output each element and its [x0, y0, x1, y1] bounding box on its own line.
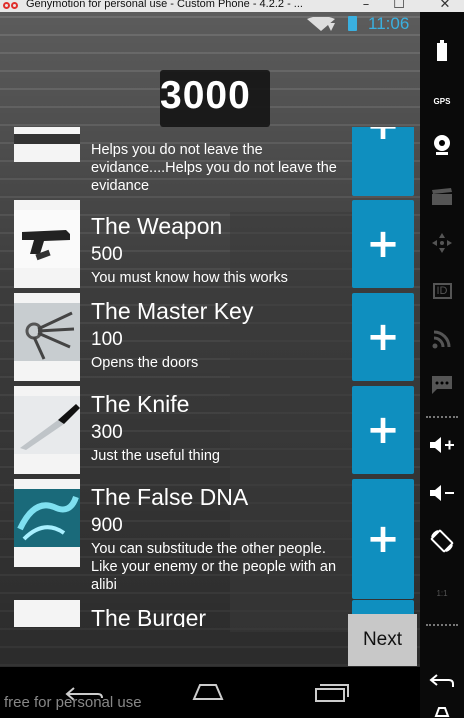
item-description: Helps you do not leave the evidance....H… [91, 142, 337, 194]
scale-icon[interactable]: 1:1 [420, 578, 464, 608]
item-price: 300 [91, 422, 123, 443]
pistol-icon [14, 200, 80, 288]
next-button[interactable]: Next [348, 614, 417, 666]
burger-icon [14, 600, 80, 627]
keys-icon [14, 293, 80, 381]
toolbar-divider [426, 624, 458, 626]
add-item-button[interactable]: + [352, 293, 414, 381]
minimize-button[interactable]: – [356, 0, 376, 12]
add-item-button[interactable]: + [352, 200, 414, 288]
device-id-icon[interactable]: ID [420, 276, 464, 306]
battery-icon [348, 16, 357, 31]
recent-apps-icon[interactable] [312, 681, 352, 703]
add-item-button[interactable]: + [352, 127, 414, 196]
item-description: You can substitude the other people. Lik… [91, 541, 337, 593]
add-item-button[interactable]: + [352, 479, 414, 599]
knife-icon [14, 386, 80, 474]
item-price: 500 [91, 244, 123, 265]
back-control-icon[interactable] [420, 666, 464, 696]
score-panel: 3000 [160, 70, 270, 127]
clapper-icon[interactable] [420, 182, 464, 212]
window-titlebar: Genymotion for personal use - Custom Pho… [0, 0, 464, 12]
toolbar-divider [426, 416, 458, 418]
add-item-button[interactable]: + [352, 386, 414, 474]
item-name: The False DNA [91, 484, 249, 510]
webcam-icon[interactable] [420, 130, 464, 160]
item-description: You must know how this works [91, 270, 288, 286]
wifi-icon [307, 16, 335, 35]
item-description: Opens the doors [91, 355, 199, 371]
close-window-button[interactable]: ✕ [435, 0, 455, 12]
volume-down-icon[interactable] [420, 478, 464, 508]
item-price: 900 [91, 515, 123, 536]
status-bar: 11:06 [0, 12, 420, 34]
item-list[interactable]: Helps you do not leave the evidance....H… [0, 127, 420, 627]
item-name: The Knife [91, 391, 190, 417]
gloves-icon [14, 127, 80, 162]
home-control-icon[interactable] [420, 696, 464, 718]
phone-screen: 11:06 3000 Helps you do not leave the ev… [0, 12, 420, 718]
emulator-toolbar: GPS ID 1:1 [420, 12, 464, 718]
gps-icon[interactable]: GPS [420, 86, 464, 116]
maximize-button[interactable]: ☐ [389, 0, 409, 12]
window-title: Genymotion for personal use - Custom Pho… [26, 0, 303, 10]
battery-control-icon[interactable] [420, 36, 464, 66]
item-price: 100 [91, 329, 123, 350]
rotate-icon[interactable] [420, 526, 464, 556]
item-name: The Burger [91, 605, 207, 627]
watermark-text: free for personal use [4, 694, 142, 711]
item-description: Just the useful thing [91, 448, 220, 464]
rss-icon[interactable] [420, 324, 464, 354]
clock: 11:06 [368, 14, 410, 33]
dna-icon [14, 479, 80, 567]
sms-icon[interactable] [420, 370, 464, 400]
dpad-icon[interactable] [420, 228, 464, 258]
item-name: The Weapon [91, 213, 223, 239]
volume-up-icon[interactable] [420, 430, 464, 460]
score-value: 3000 [160, 74, 251, 117]
genymotion-logo-icon [3, 0, 21, 11]
item-name: The Master Key [91, 298, 254, 324]
home-icon[interactable] [188, 681, 228, 703]
